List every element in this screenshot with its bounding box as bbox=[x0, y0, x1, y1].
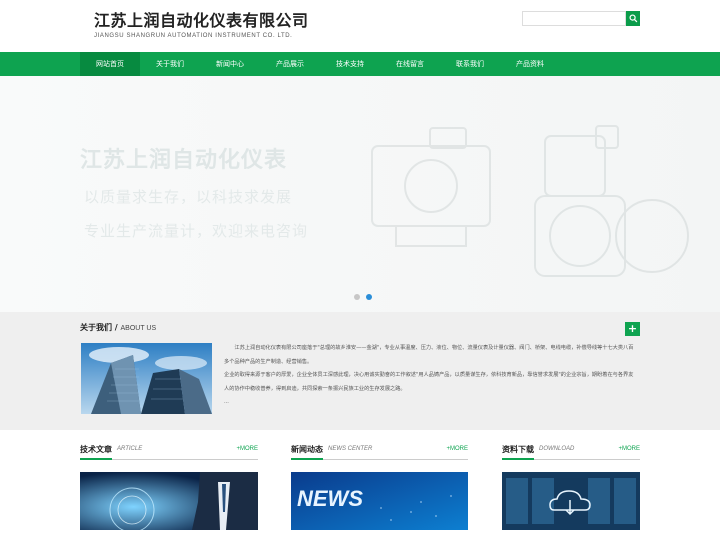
banner-subline-2: 专业生产流量计，欢迎来电咨询 bbox=[84, 222, 309, 240]
nav-item-docs[interactable]: 产品资料 bbox=[500, 52, 560, 76]
nav-item-about[interactable]: 关于我们 bbox=[140, 52, 200, 76]
about-description: 江苏上润自动化仪表有限公司座落于"总理的故乡淮安——金湖"，专业从事温度、压力、… bbox=[224, 342, 636, 410]
about-title-sep: / bbox=[112, 323, 121, 332]
about-paragraph: 企业的取得来源于客户的厚爱，企业全体员工深感此理，决心用诚实勤奋的工作叙述"用人… bbox=[224, 372, 634, 392]
svg-text:NEWS: NEWS bbox=[297, 486, 363, 511]
download-more-link[interactable]: +MORE bbox=[618, 446, 640, 452]
about-title-en: ABOUT US bbox=[120, 325, 157, 332]
column-title-cn: 技术文章 bbox=[80, 445, 112, 454]
search-button[interactable] bbox=[626, 11, 640, 26]
about-building-image bbox=[81, 343, 212, 414]
banner-subline-1: 以质量求生存，以科技求发展 bbox=[84, 188, 293, 206]
article-more-link[interactable]: +MORE bbox=[236, 446, 258, 452]
site-header: 江苏上润自动化仪表有限公司 JIANGSU SHANGRUN AUTOMATIO… bbox=[0, 0, 720, 52]
column-accent-bar bbox=[502, 458, 534, 460]
column-header-download: 资料下载 DOWNLOAD +MORE bbox=[502, 444, 640, 460]
column-title-en: ARTICLE bbox=[117, 446, 143, 452]
search-icon bbox=[628, 14, 637, 23]
article-image[interactable] bbox=[80, 472, 258, 530]
about-ellipsis: ... bbox=[224, 399, 229, 405]
slider-dot-1[interactable] bbox=[354, 294, 360, 300]
about-paragraph: 江苏上润自动化仪表有限公司座落于"总理的故乡淮安——金湖"，专业从事温度、压力、… bbox=[224, 345, 634, 365]
column-accent-bar bbox=[291, 458, 323, 460]
nav-item-contact[interactable]: 联系我们 bbox=[440, 52, 500, 76]
column-accent-bar bbox=[80, 458, 112, 460]
search-input[interactable] bbox=[522, 11, 626, 26]
column-title-cn: 资料下载 bbox=[502, 445, 534, 454]
nav-item-news[interactable]: 新闻中心 bbox=[200, 52, 260, 76]
about-more-button[interactable]: + bbox=[625, 322, 640, 336]
download-image[interactable] bbox=[502, 472, 640, 530]
nav-item-products[interactable]: 产品展示 bbox=[260, 52, 320, 76]
slider-dot-2[interactable] bbox=[366, 294, 372, 300]
banner-headline: 江苏上润自动化仪表 bbox=[80, 148, 288, 173]
column-title-en: NEWS CENTER bbox=[328, 446, 373, 452]
main-nav: 网站首页 关于我们 新闻中心 产品展示 技术支持 在线留言 联系我们 产品资料 bbox=[0, 52, 720, 76]
hero-banner[interactable]: 江苏上润自动化仪表 以质量求生存，以科技求发展 专业生产流量计，欢迎来电咨询 bbox=[0, 76, 720, 312]
about-heading: 关于我们 / ABOUT US bbox=[80, 322, 156, 333]
brand-name-en: JIANGSU SHANGRUN AUTOMATION INSTRUMENT C… bbox=[94, 33, 293, 39]
column-header-article: 技术文章 ARTICLE +MORE bbox=[80, 444, 258, 460]
nav-item-message[interactable]: 在线留言 bbox=[380, 52, 440, 76]
news-more-link[interactable]: +MORE bbox=[446, 446, 468, 452]
column-title-cn: 新闻动态 bbox=[291, 445, 323, 454]
logo[interactable]: 江苏上润自动化仪表有限公司 JIANGSU SHANGRUN AUTOMATIO… bbox=[94, 11, 309, 39]
about-title-cn: 关于我们 bbox=[80, 323, 112, 332]
news-image[interactable]: NEWS bbox=[291, 472, 468, 530]
nav-item-home[interactable]: 网站首页 bbox=[80, 52, 140, 76]
column-title-en: DOWNLOAD bbox=[539, 446, 575, 452]
column-header-news: 新闻动态 NEWS CENTER +MORE bbox=[291, 444, 468, 460]
nav-item-support[interactable]: 技术支持 bbox=[320, 52, 380, 76]
brand-name-cn: 江苏上润自动化仪表有限公司 bbox=[94, 11, 309, 30]
